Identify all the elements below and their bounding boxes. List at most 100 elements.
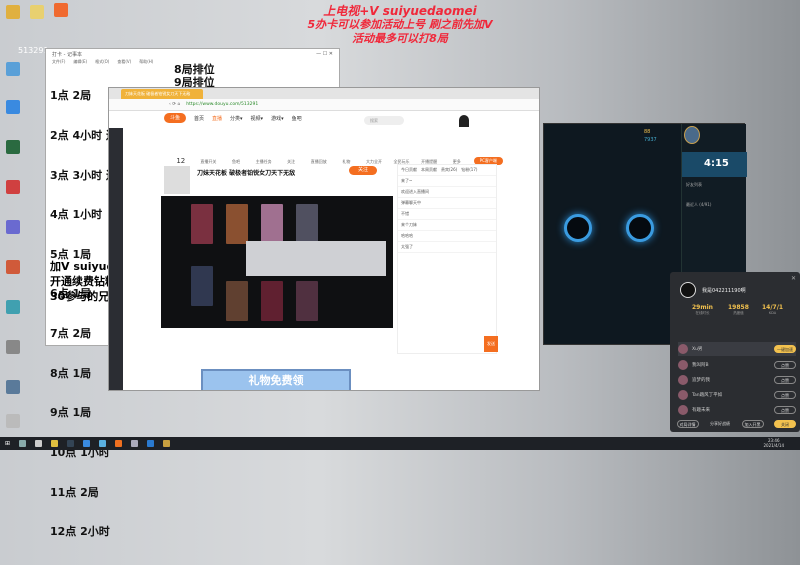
tool-item[interactable]: 关注 [280,159,302,165]
like-button[interactable]: 点赞 [774,406,796,414]
lol-icon[interactable] [163,440,171,447]
app-icon[interactable] [67,440,75,447]
text-line: 11点 2局 [50,485,99,499]
join-party-button[interactable]: 加入开黑 [741,420,764,428]
chat-tab[interactable]: 今日贡献 [401,167,417,173]
nav-game[interactable]: 游戏▾ [271,115,284,122]
taskview-icon[interactable] [35,440,43,447]
boost-button[interactable]: 一键加速 [774,345,796,353]
chat-message: 弹幕聊天中 [398,198,496,209]
nav-live[interactable]: 直播 [212,115,222,122]
tool-item[interactable]: 12 [170,157,192,165]
currency-rp: 7937 [644,137,657,143]
chat-tab[interactable]: 钻粉(17) [461,167,477,173]
chat-message: 太强了 [398,242,496,253]
chat-message: 来个刀妹 [398,220,496,231]
promo-banner[interactable]: 礼物免费领 [201,369,351,390]
window-title: 打卡 - 记事本 [52,52,82,58]
room-id-watermark: 513291 [18,46,49,55]
like-button[interactable]: 点赞 [774,361,796,369]
close-icon[interactable]: ✕ [791,275,796,282]
nav-category[interactable]: 分类▾ [230,115,243,122]
taskbar: ⊞ 23:46 2021/4/14 [0,437,800,450]
desktop-icon[interactable] [30,5,44,19]
chat-message: 来了~ [398,176,496,187]
nav-home[interactable]: 首页 [194,115,204,122]
chat-tab[interactable]: 本周贡献 [421,167,437,173]
douyu-logo[interactable]: 斗鱼 [164,113,186,123]
browser-icon[interactable] [83,440,91,447]
profile-icon[interactable] [684,126,700,144]
avatar[interactable] [459,115,469,127]
player-row: 有趣未来 点赞 [678,403,796,417]
desktop-icon[interactable] [6,340,20,354]
portal-graphic [626,214,654,242]
portal-graphic [564,214,592,242]
left-sidebar [109,128,123,390]
chat-message: 欢迎进入直播间 [398,187,496,198]
date: 2021/4/14 [763,443,784,448]
text-line: 8局排位 [174,63,215,76]
tool-item[interactable]: 直播开关 [198,159,220,165]
search-input[interactable]: 搜索 [364,116,404,125]
currency-be: 88 [644,129,651,135]
stat-label: 在线时长 [695,311,710,315]
like-button[interactable]: 点赞 [774,391,796,399]
tool-item[interactable]: 直播回放 [308,159,330,165]
desktop-icon[interactable] [6,5,20,19]
player-row: Tan踏风丁平如 点赞 [678,388,796,402]
browser-tab[interactable]: 刀妹天花板 破极者铂锐女刀天下无敌 [121,89,203,99]
streamer-avatar[interactable] [164,166,190,194]
avatar [680,282,696,298]
match-detail-button[interactable]: 对局详情 [676,420,699,428]
desktop-icon[interactable] [6,260,20,274]
player-name: 我是042211190啊 [702,288,746,294]
desktop-icon[interactable] [6,380,20,394]
nav-video[interactable]: 视频▾ [251,115,264,122]
player-name: 追梦的我 [692,378,710,383]
chat-tab[interactable]: 贵宾(26) [441,167,457,173]
desktop-icon[interactable] [54,3,68,17]
player-name: Tan踏风丁平如 [692,393,723,398]
search-icon[interactable] [19,440,27,447]
player-row: 追梦的我 点赞 [678,373,796,387]
desktop-icon[interactable] [6,300,20,314]
desktop-icon[interactable] [6,414,20,428]
tool-item[interactable]: 礼物 [336,159,358,165]
stat-value: 19858 [728,304,749,311]
like-button[interactable]: 点赞 [774,376,796,384]
back-icon[interactable]: ‹ ⟳ ⌂ [169,102,180,107]
notepad-icon[interactable] [99,440,107,447]
app-icon[interactable] [115,440,123,447]
start-icon[interactable]: ⊞ [5,440,10,447]
address-bar[interactable]: ‹ ⟳ ⌂ https://www.douyu.com/513291 [109,99,539,111]
player-row: Xu男 一键加速 [678,342,796,356]
tool-item[interactable]: 大力全开 [363,159,385,165]
chat-message: 不错 [398,209,496,220]
send-button[interactable]: 发送 [484,336,498,352]
follow-button[interactable]: 关注 [349,166,377,175]
app-icon[interactable] [147,440,155,447]
explorer-icon[interactable] [51,440,59,447]
desktop-icon[interactable] [6,140,20,154]
window-controls[interactable]: — ☐ ✕ [316,51,333,57]
share-button[interactable]: 分享好战绩 [709,420,731,428]
desktop-icon[interactable] [6,180,20,194]
close-button[interactable]: 关闭 [774,420,796,428]
desktop-icon[interactable] [6,62,20,76]
tool-item[interactable]: 鱼吧 [225,159,247,165]
clock[interactable]: 23:46 2021/4/14 [763,438,784,448]
friend-group[interactable]: 最近人 (4/91) [686,202,711,208]
overlay-line: 活动最多可以打8局 [352,32,448,45]
nav-yuba[interactable]: 鱼吧 [292,115,302,122]
overlay-line: 上电视+V suiyuedaomei [323,4,477,18]
overlay-line: 5办卡可以参加活动上号 刷之前先加V [307,18,493,31]
tool-item[interactable]: 主播任务 [253,159,275,165]
desktop-icon[interactable] [6,100,20,114]
text-line: 9点 1局 [50,406,92,420]
video-player[interactable] [161,196,393,328]
desktop-icon[interactable] [6,220,20,234]
text-line: 12点 2小时 [50,525,110,539]
stat-value: 29min [692,304,713,311]
app-icon[interactable] [131,440,139,447]
